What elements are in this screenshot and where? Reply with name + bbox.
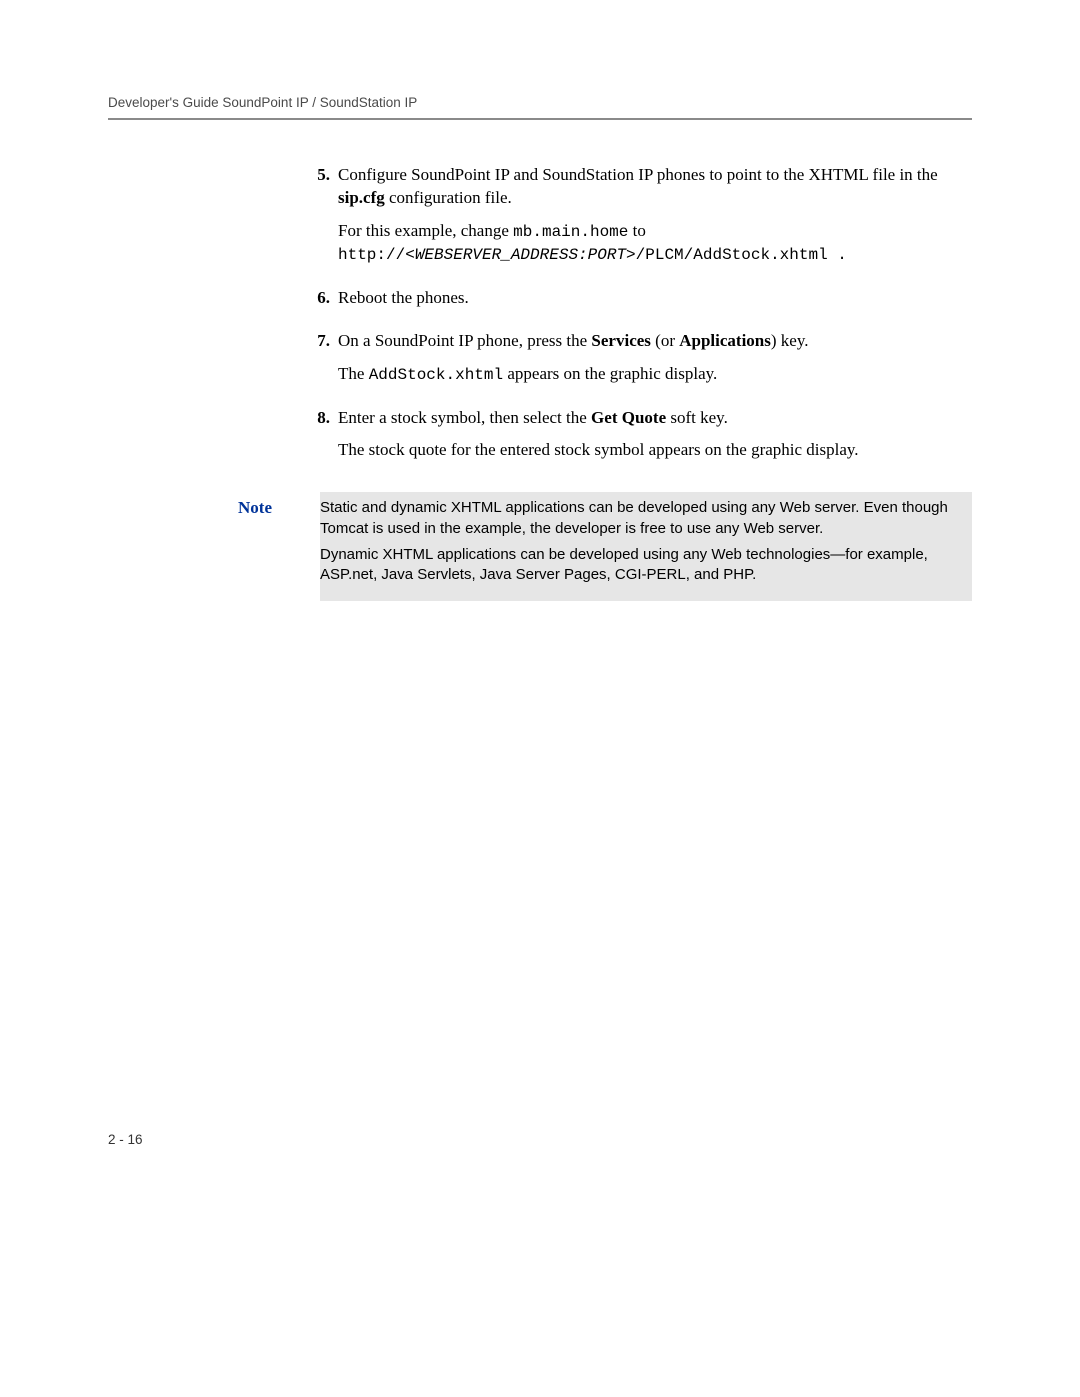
text: soft key.	[666, 408, 728, 427]
text: For this example, change	[338, 221, 513, 240]
page: Developer's Guide SoundPoint IP / SoundS…	[0, 0, 1080, 1397]
step-6: 6. Reboot the phones.	[304, 287, 972, 320]
note-box: Note Static and dynamic XHTML applicatio…	[238, 492, 972, 601]
step-body: Reboot the phones.	[338, 287, 972, 320]
content-area: 5. Configure SoundPoint IP and SoundStat…	[304, 164, 972, 472]
step-5: 5. Configure SoundPoint IP and SoundStat…	[304, 164, 972, 277]
step-8: 8. Enter a stock symbol, then select the…	[304, 407, 972, 473]
step-number: 7.	[304, 330, 338, 397]
note-label: Note	[238, 492, 320, 601]
code-text: >/PLCM/AddStock.xhtml .	[626, 246, 847, 264]
bold-text: Get Quote	[591, 408, 666, 427]
code-text: AddStock.xhtml	[369, 366, 503, 384]
step-number: 6.	[304, 287, 338, 320]
text: (or	[651, 331, 679, 350]
code-italic: WEBSERVER_ADDRESS:PORT	[415, 246, 626, 264]
step-body: On a SoundPoint IP phone, press the Serv…	[338, 330, 972, 397]
bold-text: Services	[591, 331, 650, 350]
text: Enter a stock symbol, then select the	[338, 408, 591, 427]
bold-text: Applications	[679, 331, 771, 350]
code-text: http://<	[338, 246, 415, 264]
text: ) key.	[771, 331, 809, 350]
text: The stock quote for the entered stock sy…	[338, 439, 972, 462]
note-paragraph: Dynamic XHTML applications can be develo…	[320, 545, 962, 586]
step-number: 8.	[304, 407, 338, 473]
note-paragraph: Static and dynamic XHTML applications ca…	[320, 498, 962, 539]
bold-text: sip.cfg	[338, 188, 385, 207]
page-number: 2 - 16	[108, 1132, 143, 1147]
text: On a SoundPoint IP phone, press the	[338, 331, 591, 350]
step-body: Enter a stock symbol, then select the Ge…	[338, 407, 972, 473]
text: configuration file.	[385, 188, 512, 207]
text: The	[338, 364, 369, 383]
step-number: 5.	[304, 164, 338, 277]
code-text: mb.main.home	[513, 223, 628, 241]
step-body: Configure SoundPoint IP and SoundStation…	[338, 164, 972, 277]
note-body: Static and dynamic XHTML applications ca…	[320, 492, 972, 601]
running-header: Developer's Guide SoundPoint IP / SoundS…	[108, 95, 972, 120]
text: to	[628, 221, 645, 240]
step-7: 7. On a SoundPoint IP phone, press the S…	[304, 330, 972, 397]
text: Reboot the phones.	[338, 287, 972, 310]
text: appears on the graphic display.	[503, 364, 717, 383]
text: Configure SoundPoint IP and SoundStation…	[338, 165, 938, 184]
